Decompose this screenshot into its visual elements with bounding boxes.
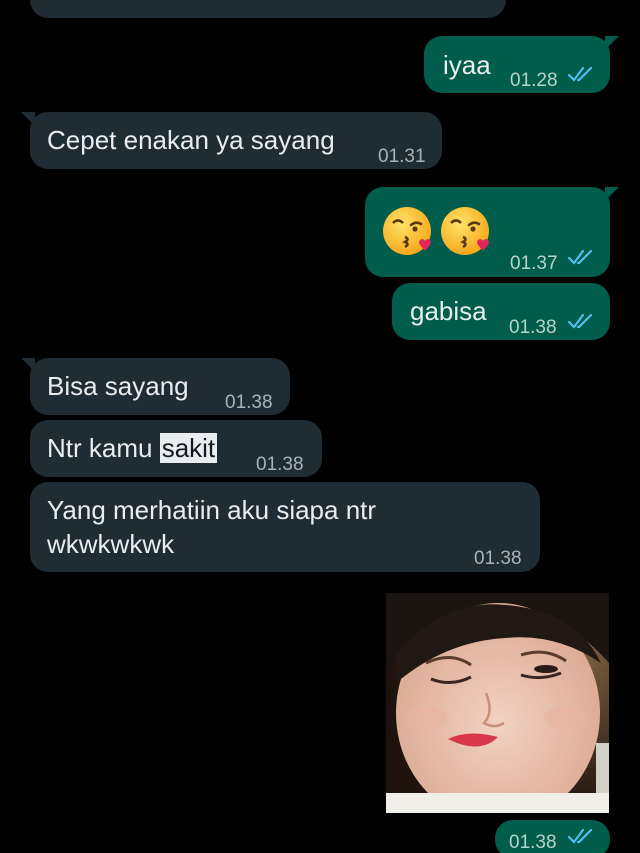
- sticker-image[interactable]: [386, 593, 609, 813]
- child-face-sticker-picture: [386, 593, 609, 813]
- message-bubble-outgoing[interactable]: gabisa 01.38: [392, 283, 610, 340]
- message-bubble-incoming[interactable]: Cepet enakan ya sayang 01.31: [21, 112, 442, 169]
- emoji-row: [381, 203, 495, 259]
- message-time: 01.31: [378, 146, 426, 167]
- message-time: 01.38: [474, 548, 522, 569]
- double-check-read-icon: [567, 66, 593, 82]
- message-text-line: Yang merhatiin aku siapa ntr: [47, 495, 377, 525]
- message-text-plain: Ntr kamu: [47, 433, 160, 463]
- message-text: Ntr kamu sakit: [47, 431, 218, 465]
- message-time: 01.38: [509, 832, 557, 853]
- message-bubble-incoming[interactable]: Bisa sayang 01.38: [21, 358, 290, 415]
- message-time: 01.27: [444, 0, 492, 8]
- message-time-badge: 01.38: [495, 820, 610, 853]
- message-text: gabisa: [410, 296, 487, 326]
- message-time: 01.38: [225, 392, 273, 413]
- face-blowing-a-kiss-icon: [441, 207, 489, 255]
- message-time: 01.37: [510, 253, 558, 274]
- message-bubble-incoming[interactable]: Ntr kamu sakit 01.38: [30, 420, 322, 477]
- double-check-read-icon: [567, 313, 593, 329]
- message-text: Bisa sayang: [47, 371, 189, 401]
- double-check-read-icon: [567, 249, 593, 265]
- message-time: 01.38: [256, 454, 304, 475]
- double-check-read-icon: [567, 828, 593, 844]
- message-time: 01.38: [509, 317, 557, 338]
- message-text: iyaa: [443, 50, 491, 80]
- message-text-line: wkwkwkwk: [47, 529, 175, 559]
- message-bubble-incoming[interactable]: Yang merhatiin aku siapa ntr wkwkwkwk 01…: [30, 482, 540, 572]
- message-time: 01.28: [510, 70, 558, 91]
- face-blowing-a-kiss-icon: [383, 207, 431, 255]
- search-highlight: sakit: [159, 433, 218, 463]
- message-bubble-outgoing[interactable]: iyaa 01.28: [424, 36, 619, 93]
- message-bubble-incoming[interactable]: 01.27: [30, 0, 506, 18]
- message-bubble-outgoing[interactable]: 01.37: [365, 187, 619, 277]
- chat-conversation: 01.27 iyaa 01.28 Cepet enakan ya sayang …: [0, 0, 640, 853]
- message-text: Cepet enakan ya sayang: [47, 125, 335, 155]
